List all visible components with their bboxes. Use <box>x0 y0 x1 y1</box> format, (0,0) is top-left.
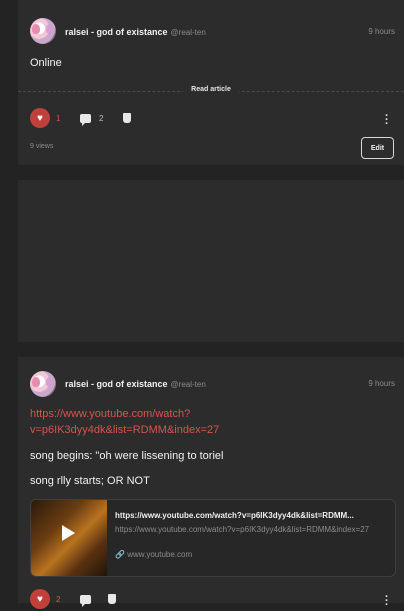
post-author[interactable]: ralsei - god of existance @real-ten <box>65 27 206 37</box>
post-line: song begins: "oh were lissening to torie… <box>30 450 224 462</box>
post-time: 9 hours <box>368 27 395 36</box>
more-vertical-icon[interactable]: · · · <box>385 592 389 611</box>
like-button[interactable]: ♥ <box>30 108 50 128</box>
post-handle: @real-ten <box>170 28 206 37</box>
link-icon: 🔗 <box>115 550 125 559</box>
heart-icon: ♥ <box>37 112 43 124</box>
post-card: ralsei - god of existance @real-ten 9 hou… <box>18 0 404 165</box>
post-body: Online <box>30 57 62 69</box>
link-preview-card[interactable]: https://www.youtube.com/watch?v=p6IK3dyy… <box>30 499 396 577</box>
preview-description: https://www.youtube.com/watch?v=p6IK3dyy… <box>115 525 370 534</box>
preview-domain: 🔗 www.youtube.com <box>115 550 193 559</box>
video-thumbnail[interactable] <box>31 500 107 576</box>
view-count: 9 views <box>30 143 54 150</box>
avatar[interactable] <box>30 18 56 44</box>
post-link[interactable]: https://www.youtube.com/watch?v=p6IK3dyy… <box>30 406 360 438</box>
post-author[interactable]: ralsei - god of existance @real-ten <box>65 379 206 389</box>
avatar[interactable] <box>30 371 56 397</box>
comment-count: 2 <box>99 114 104 123</box>
post-handle: @real-ten <box>170 380 206 389</box>
more-vertical-icon[interactable]: · · · <box>385 111 389 130</box>
post-card: ralsei - god of existance @real-ten 9 hou… <box>18 357 404 611</box>
preview-title[interactable]: https://www.youtube.com/watch?v=p6IK3dyy… <box>115 511 387 520</box>
comment-icon[interactable] <box>80 114 91 126</box>
like-count: 1 <box>56 114 61 123</box>
post-line: song rlly starts; OR NOT <box>30 475 150 487</box>
post-time: 9 hours <box>368 379 395 388</box>
empty-panel <box>18 180 404 342</box>
play-icon <box>62 525 75 541</box>
paint-brush-icon[interactable] <box>123 113 131 123</box>
edit-button[interactable]: Edit <box>361 137 394 159</box>
read-article-link[interactable]: Read article <box>183 86 239 93</box>
like-button[interactable]: ♥ <box>30 589 50 609</box>
